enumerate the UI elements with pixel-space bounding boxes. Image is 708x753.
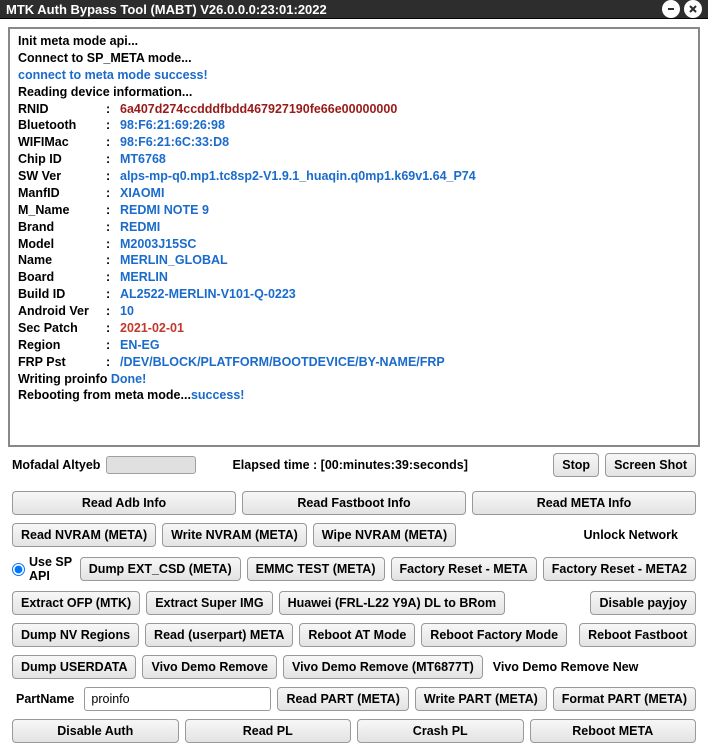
format-part-button[interactable]: Format PART (META) (553, 687, 696, 711)
titlebar: MTK Auth Bypass Tool (MABT) V26.0.0.0:23… (0, 0, 708, 19)
device-info-row: RNID:6a407d274ccdddfbdd467927190fe66e000… (18, 101, 690, 118)
factory-reset-meta-button[interactable]: Factory Reset - META (391, 557, 537, 581)
progress-bar (106, 456, 196, 474)
vivo-demo-remove-new-label: Vivo Demo Remove New (489, 660, 643, 674)
button-row-8: Disable Auth Read PL Crash PL Reboot MET… (8, 717, 700, 745)
wipe-nvram-button[interactable]: Wipe NVRAM (META) (313, 523, 456, 547)
device-info-row: Chip ID:MT6768 (18, 151, 690, 168)
read-fastboot-info-button[interactable]: Read Fastboot Info (242, 491, 466, 515)
log-line: Connect to SP_META mode... (18, 50, 690, 67)
reboot-factory-mode-button[interactable]: Reboot Factory Mode (421, 623, 567, 647)
device-info-row: Board:MERLIN (18, 269, 690, 286)
write-part-button[interactable]: Write PART (META) (415, 687, 547, 711)
vivo-demo-remove-button[interactable]: Vivo Demo Remove (142, 655, 276, 679)
device-info-row: FRP Pst:/DEV/BLOCK/PLATFORM/BOOTDEVICE/B… (18, 354, 690, 371)
device-info-row: SW Ver:alps-mp-q0.mp1.tc8sp2-V1.9.1_huaq… (18, 168, 690, 185)
author-label: Mofadal Altyeb (12, 458, 100, 472)
window-controls (662, 0, 702, 18)
partname-label: PartName (12, 692, 78, 706)
read-adb-info-button[interactable]: Read Adb Info (12, 491, 236, 515)
emmc-test-button[interactable]: EMMC TEST (META) (247, 557, 385, 581)
vivo-demo-remove-mt6877t-button[interactable]: Vivo Demo Remove (MT6877T) (283, 655, 483, 679)
device-info-row: Bluetooth:98:F6:21:69:26:98 (18, 117, 690, 134)
use-sp-api-radio[interactable]: Use SP API (12, 555, 74, 583)
app-title: MTK Auth Bypass Tool (MABT) V26.0.0.0:23… (6, 2, 327, 17)
disable-payjoy-button[interactable]: Disable payjoy (590, 591, 696, 615)
app-window: MTK Auth Bypass Tool (MABT) V26.0.0.0:23… (0, 0, 708, 749)
device-info-row: Build ID:AL2522-MERLIN-V101-Q-0223 (18, 286, 690, 303)
reboot-at-mode-button[interactable]: Reboot AT Mode (299, 623, 415, 647)
reboot-fastboot-button[interactable]: Reboot Fastboot (579, 623, 696, 647)
factory-reset-meta2-button[interactable]: Factory Reset - META2 (543, 557, 696, 581)
partname-input[interactable] (84, 687, 271, 711)
log-panel[interactable]: Init meta mode api... Connect to SP_META… (8, 27, 700, 447)
device-info-row: WIFIMac:98:F6:21:6C:33:D8 (18, 134, 690, 151)
device-info-row: Android Ver:10 (18, 303, 690, 320)
reboot-meta-button[interactable]: Reboot META (530, 719, 697, 743)
button-row-1: Read Adb Info Read Fastboot Info Read ME… (8, 489, 700, 517)
extract-ofp-button[interactable]: Extract OFP (MTK) (12, 591, 140, 615)
minimize-button[interactable] (662, 0, 680, 18)
dump-extcsd-button[interactable]: Dump EXT_CSD (META) (80, 557, 241, 581)
read-meta-info-button[interactable]: Read META Info (472, 491, 696, 515)
log-line: Reading device information... (18, 84, 690, 101)
device-info-row: ManfID:XIAOMI (18, 185, 690, 202)
device-info-row: Name:MERLIN_GLOBAL (18, 252, 690, 269)
huawei-dl-brom-button[interactable]: Huawei (FRL-L22 Y9A) DL to BRom (279, 591, 506, 615)
device-info-row: Model:M2003J15SC (18, 236, 690, 253)
button-row-2: Read NVRAM (META) Write NVRAM (META) Wip… (8, 521, 700, 549)
dump-nv-regions-button[interactable]: Dump NV Regions (12, 623, 139, 647)
read-pl-button[interactable]: Read PL (185, 719, 352, 743)
dump-userdata-button[interactable]: Dump USERDATA (12, 655, 136, 679)
button-row-6: Dump USERDATA Vivo Demo Remove Vivo Demo… (8, 653, 700, 681)
close-button[interactable] (684, 0, 702, 18)
button-row-4: Extract OFP (MTK) Extract Super IMG Huaw… (8, 589, 700, 617)
content-area: Init meta mode api... Connect to SP_META… (0, 19, 708, 753)
log-line: connect to meta mode success! (18, 67, 690, 84)
button-row-5: Dump NV Regions Read (userpart) META Reb… (8, 621, 700, 649)
device-info-row: Sec Patch:2021-02-01 (18, 320, 690, 337)
crash-pl-button[interactable]: Crash PL (357, 719, 524, 743)
screenshot-button[interactable]: Screen Shot (605, 453, 696, 477)
log-line: Init meta mode api... (18, 33, 690, 50)
write-nvram-button[interactable]: Write NVRAM (META) (162, 523, 307, 547)
button-row-3: Use SP API Dump EXT_CSD (META) EMMC TEST… (8, 553, 700, 585)
read-userpart-button[interactable]: Read (userpart) META (145, 623, 293, 647)
device-info-row: Region:EN-EG (18, 337, 690, 354)
read-part-button[interactable]: Read PART (META) (277, 687, 408, 711)
device-info-row: Brand:REDMI (18, 219, 690, 236)
log-line: Rebooting from meta mode...success! (18, 387, 690, 404)
status-row: Mofadal Altyeb Elapsed time : [00:minute… (8, 451, 700, 485)
partname-row: PartName Read PART (META) Write PART (ME… (8, 685, 700, 713)
device-info-row: M_Name:REDMI NOTE 9 (18, 202, 690, 219)
read-nvram-button[interactable]: Read NVRAM (META) (12, 523, 156, 547)
disable-auth-button[interactable]: Disable Auth (12, 719, 179, 743)
elapsed-time-label: Elapsed time : [00:minutes:39:seconds] (232, 458, 467, 472)
extract-super-img-button[interactable]: Extract Super IMG (146, 591, 272, 615)
stop-button[interactable]: Stop (553, 453, 599, 477)
use-sp-api-radio-input[interactable] (12, 563, 25, 576)
unlock-network-label: Unlock Network (580, 528, 696, 542)
log-line: Writing proinfo Done! (18, 371, 690, 388)
